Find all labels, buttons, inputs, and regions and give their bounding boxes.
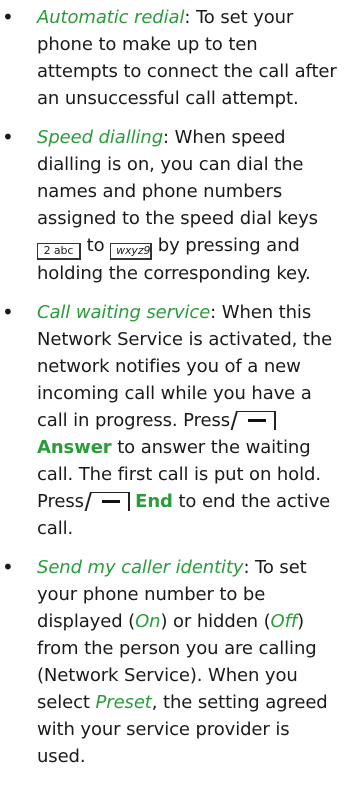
selection-key-icon [235,411,276,430]
term-call-waiting: Call waiting service [37,302,211,323]
option-on: On [135,611,161,632]
key-9-icon: wxyz9 [110,243,153,260]
bullet-icon: • [2,5,14,29]
bullet-icon: • [2,125,14,149]
list-item-speed-dialling: • Speed dialling: When speed dialling is… [0,124,337,287]
description-text: ) or hidden ( [160,611,271,632]
selection-key-icon [89,492,130,511]
term-send-caller-identity: Send my caller identity [37,557,244,578]
term-speed-dialling: Speed dialling [37,127,164,148]
bullet-icon: • [2,555,14,579]
option-off: Off [270,611,298,632]
bullet-icon: • [2,300,14,324]
option-preset: Preset [95,692,152,713]
description-text: to [81,235,111,256]
softkey-end-label: End [135,491,173,512]
term-automatic-redial: Automatic redial [37,7,185,28]
key-2-icon: 2 abc [37,243,81,260]
manual-page: • Automatic redial: To set your phone to… [0,0,347,785]
list-item-automatic-redial: • Automatic redial: To set your phone to… [0,4,337,112]
list-item-send-caller-identity: • Send my caller identity: To set your p… [0,554,337,770]
softkey-answer-label: Answer [37,437,112,458]
list-item-call-waiting: • Call waiting service: When this Networ… [0,299,337,542]
